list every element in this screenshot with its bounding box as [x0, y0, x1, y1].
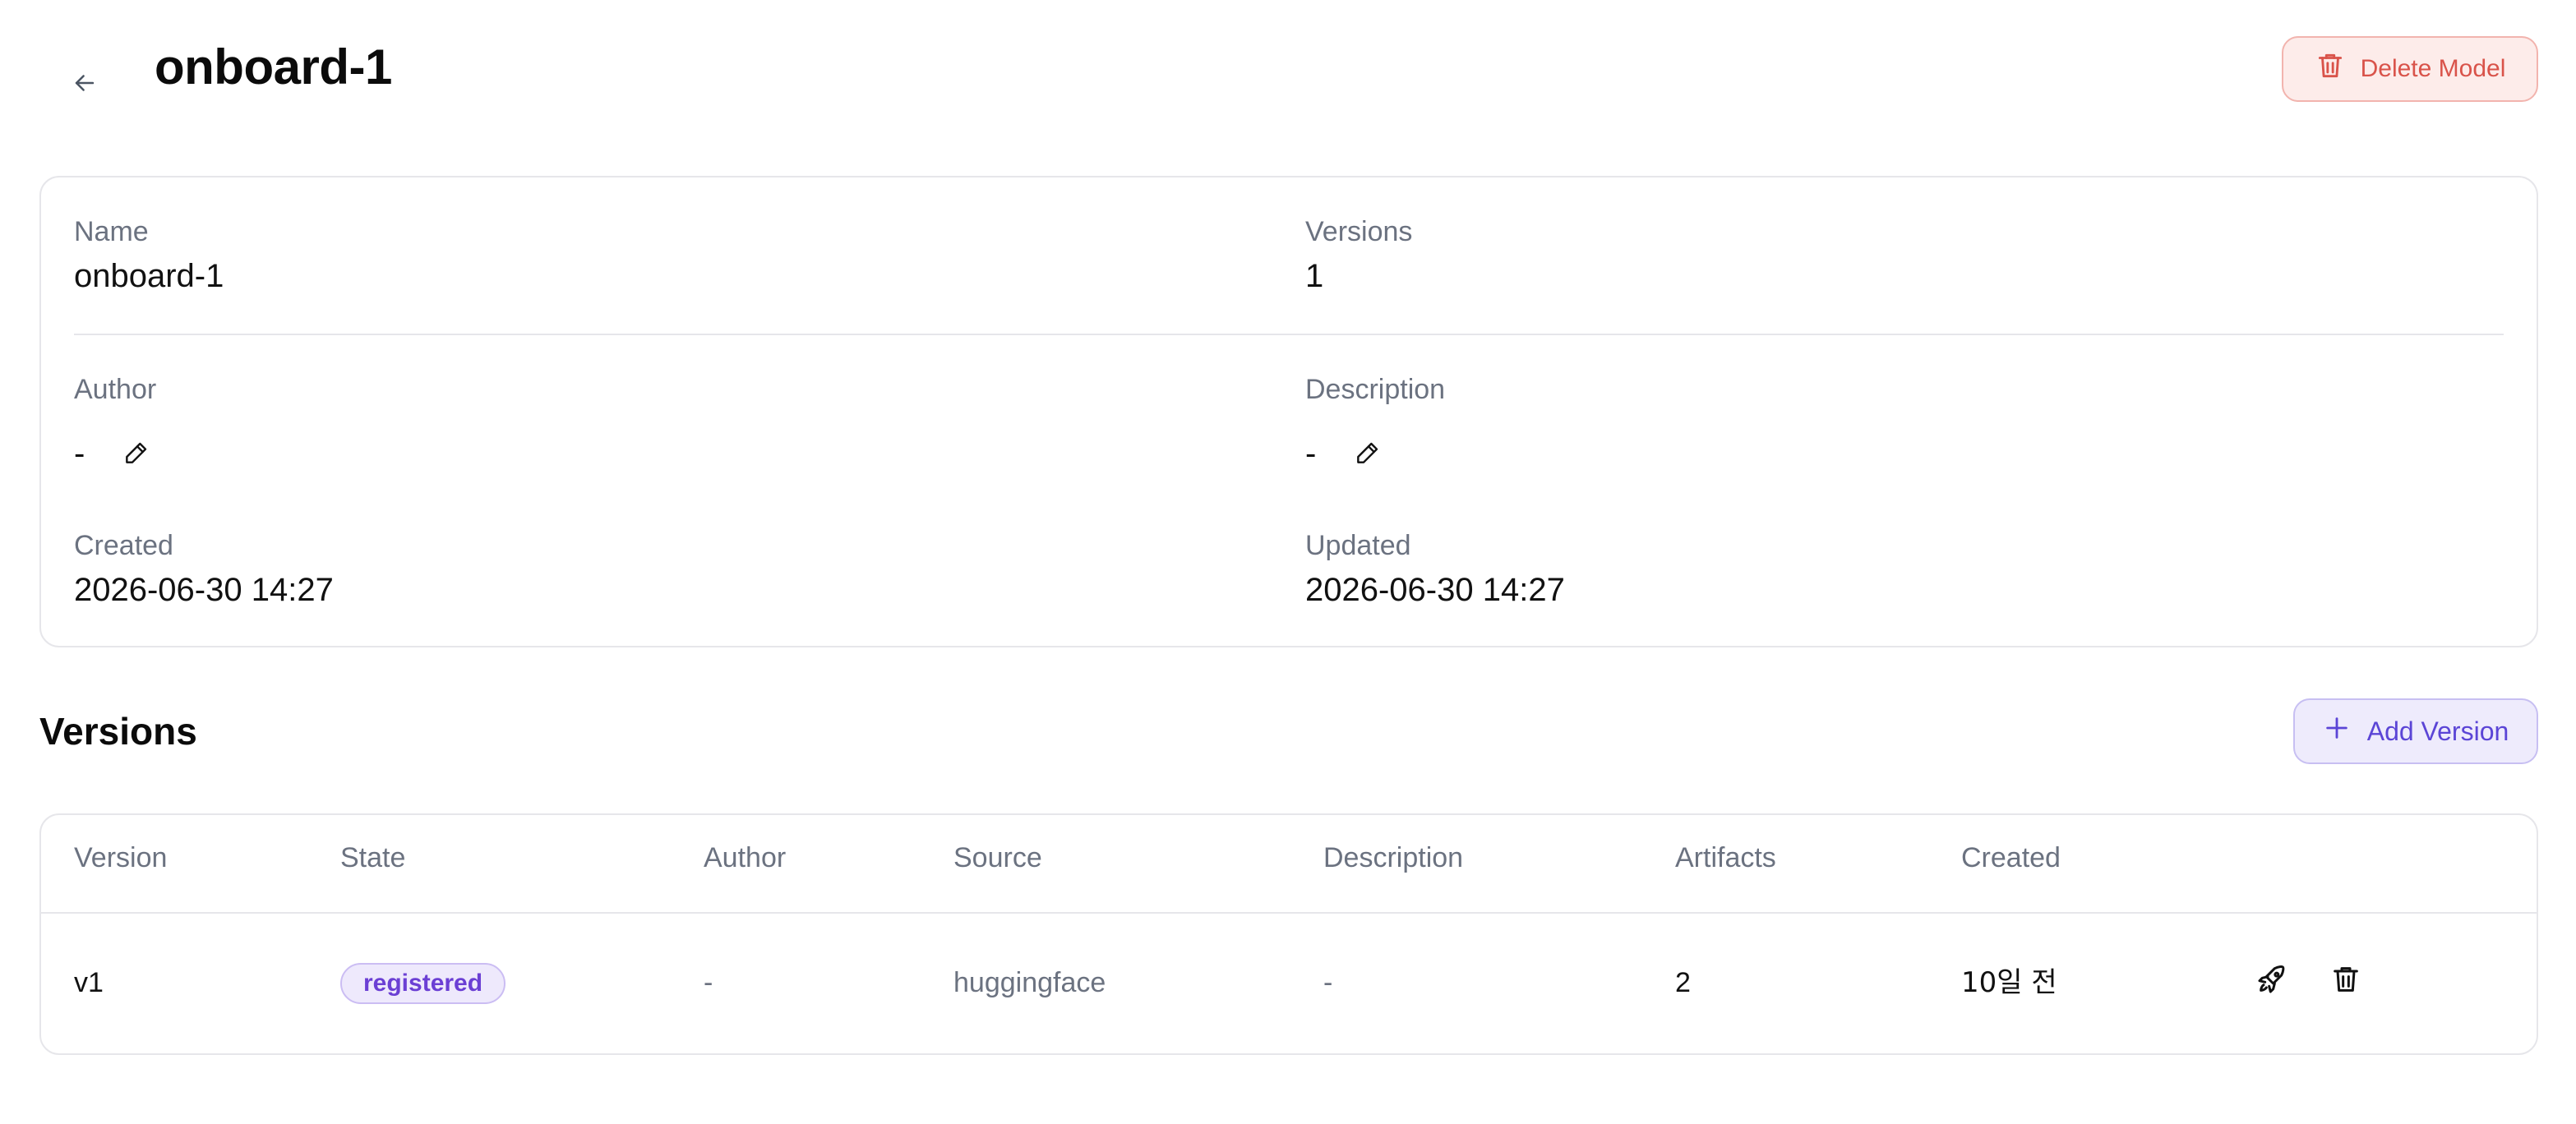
model-details-card: Name onboard-1 Versions 1 Author - Descr… — [39, 176, 2538, 647]
cell-description: - — [1323, 967, 1333, 998]
status-badge: registered — [340, 963, 506, 1004]
rocket-icon — [2255, 963, 2288, 1000]
deploy-button[interactable] — [2251, 960, 2293, 1002]
column-header-state: State — [340, 842, 406, 873]
author-field: - — [74, 434, 150, 473]
arrow-left-icon — [71, 69, 99, 101]
created-value: 2026-06-30 14:27 — [74, 572, 334, 608]
cell-artifacts: 2 — [1675, 967, 1691, 998]
table-header-divider — [41, 912, 2537, 914]
cell-created: 10일 전 — [1961, 966, 2057, 999]
versions-value: 1 — [1305, 258, 1324, 294]
author-value: - — [74, 435, 85, 472]
plus-icon — [2323, 714, 2351, 749]
description-label: Description — [1305, 374, 1446, 405]
description-value: - — [1305, 435, 1317, 472]
name-value: onboard-1 — [74, 258, 224, 294]
delete-model-label: Delete Model — [2360, 55, 2506, 82]
column-header-artifacts: Artifacts — [1675, 842, 1776, 873]
versions-section-title: Versions — [39, 710, 197, 753]
created-label: Created — [74, 530, 173, 561]
column-header-source: Source — [953, 842, 1042, 873]
updated-value: 2026-06-30 14:27 — [1305, 572, 1565, 608]
versions-table: Version State Author Source Description … — [39, 813, 2538, 1055]
pencil-icon[interactable] — [1352, 439, 1382, 468]
delete-version-button[interactable] — [2324, 960, 2367, 1002]
back-button[interactable] — [62, 62, 107, 107]
trash-icon — [2329, 963, 2362, 1000]
pencil-icon[interactable] — [121, 439, 150, 468]
add-version-button[interactable]: Add Version — [2293, 698, 2538, 764]
details-divider — [74, 334, 2504, 335]
name-label: Name — [74, 216, 149, 247]
updated-label: Updated — [1305, 530, 1411, 561]
column-header-author: Author — [704, 842, 787, 873]
cell-author: - — [704, 967, 713, 998]
delete-model-button[interactable]: Delete Model — [2282, 36, 2538, 102]
column-header-created: Created — [1961, 842, 2061, 873]
column-header-version: Version — [74, 842, 168, 873]
add-version-label: Add Version — [2366, 716, 2509, 746]
trash-icon — [2315, 50, 2346, 88]
column-header-description: Description — [1323, 842, 1464, 873]
author-label: Author — [74, 374, 157, 405]
cell-version: v1 — [74, 967, 104, 998]
page-title: onboard-1 — [155, 39, 392, 94]
versions-label: Versions — [1305, 216, 1413, 247]
description-field: - — [1305, 434, 1382, 473]
cell-source: huggingface — [953, 967, 1106, 998]
